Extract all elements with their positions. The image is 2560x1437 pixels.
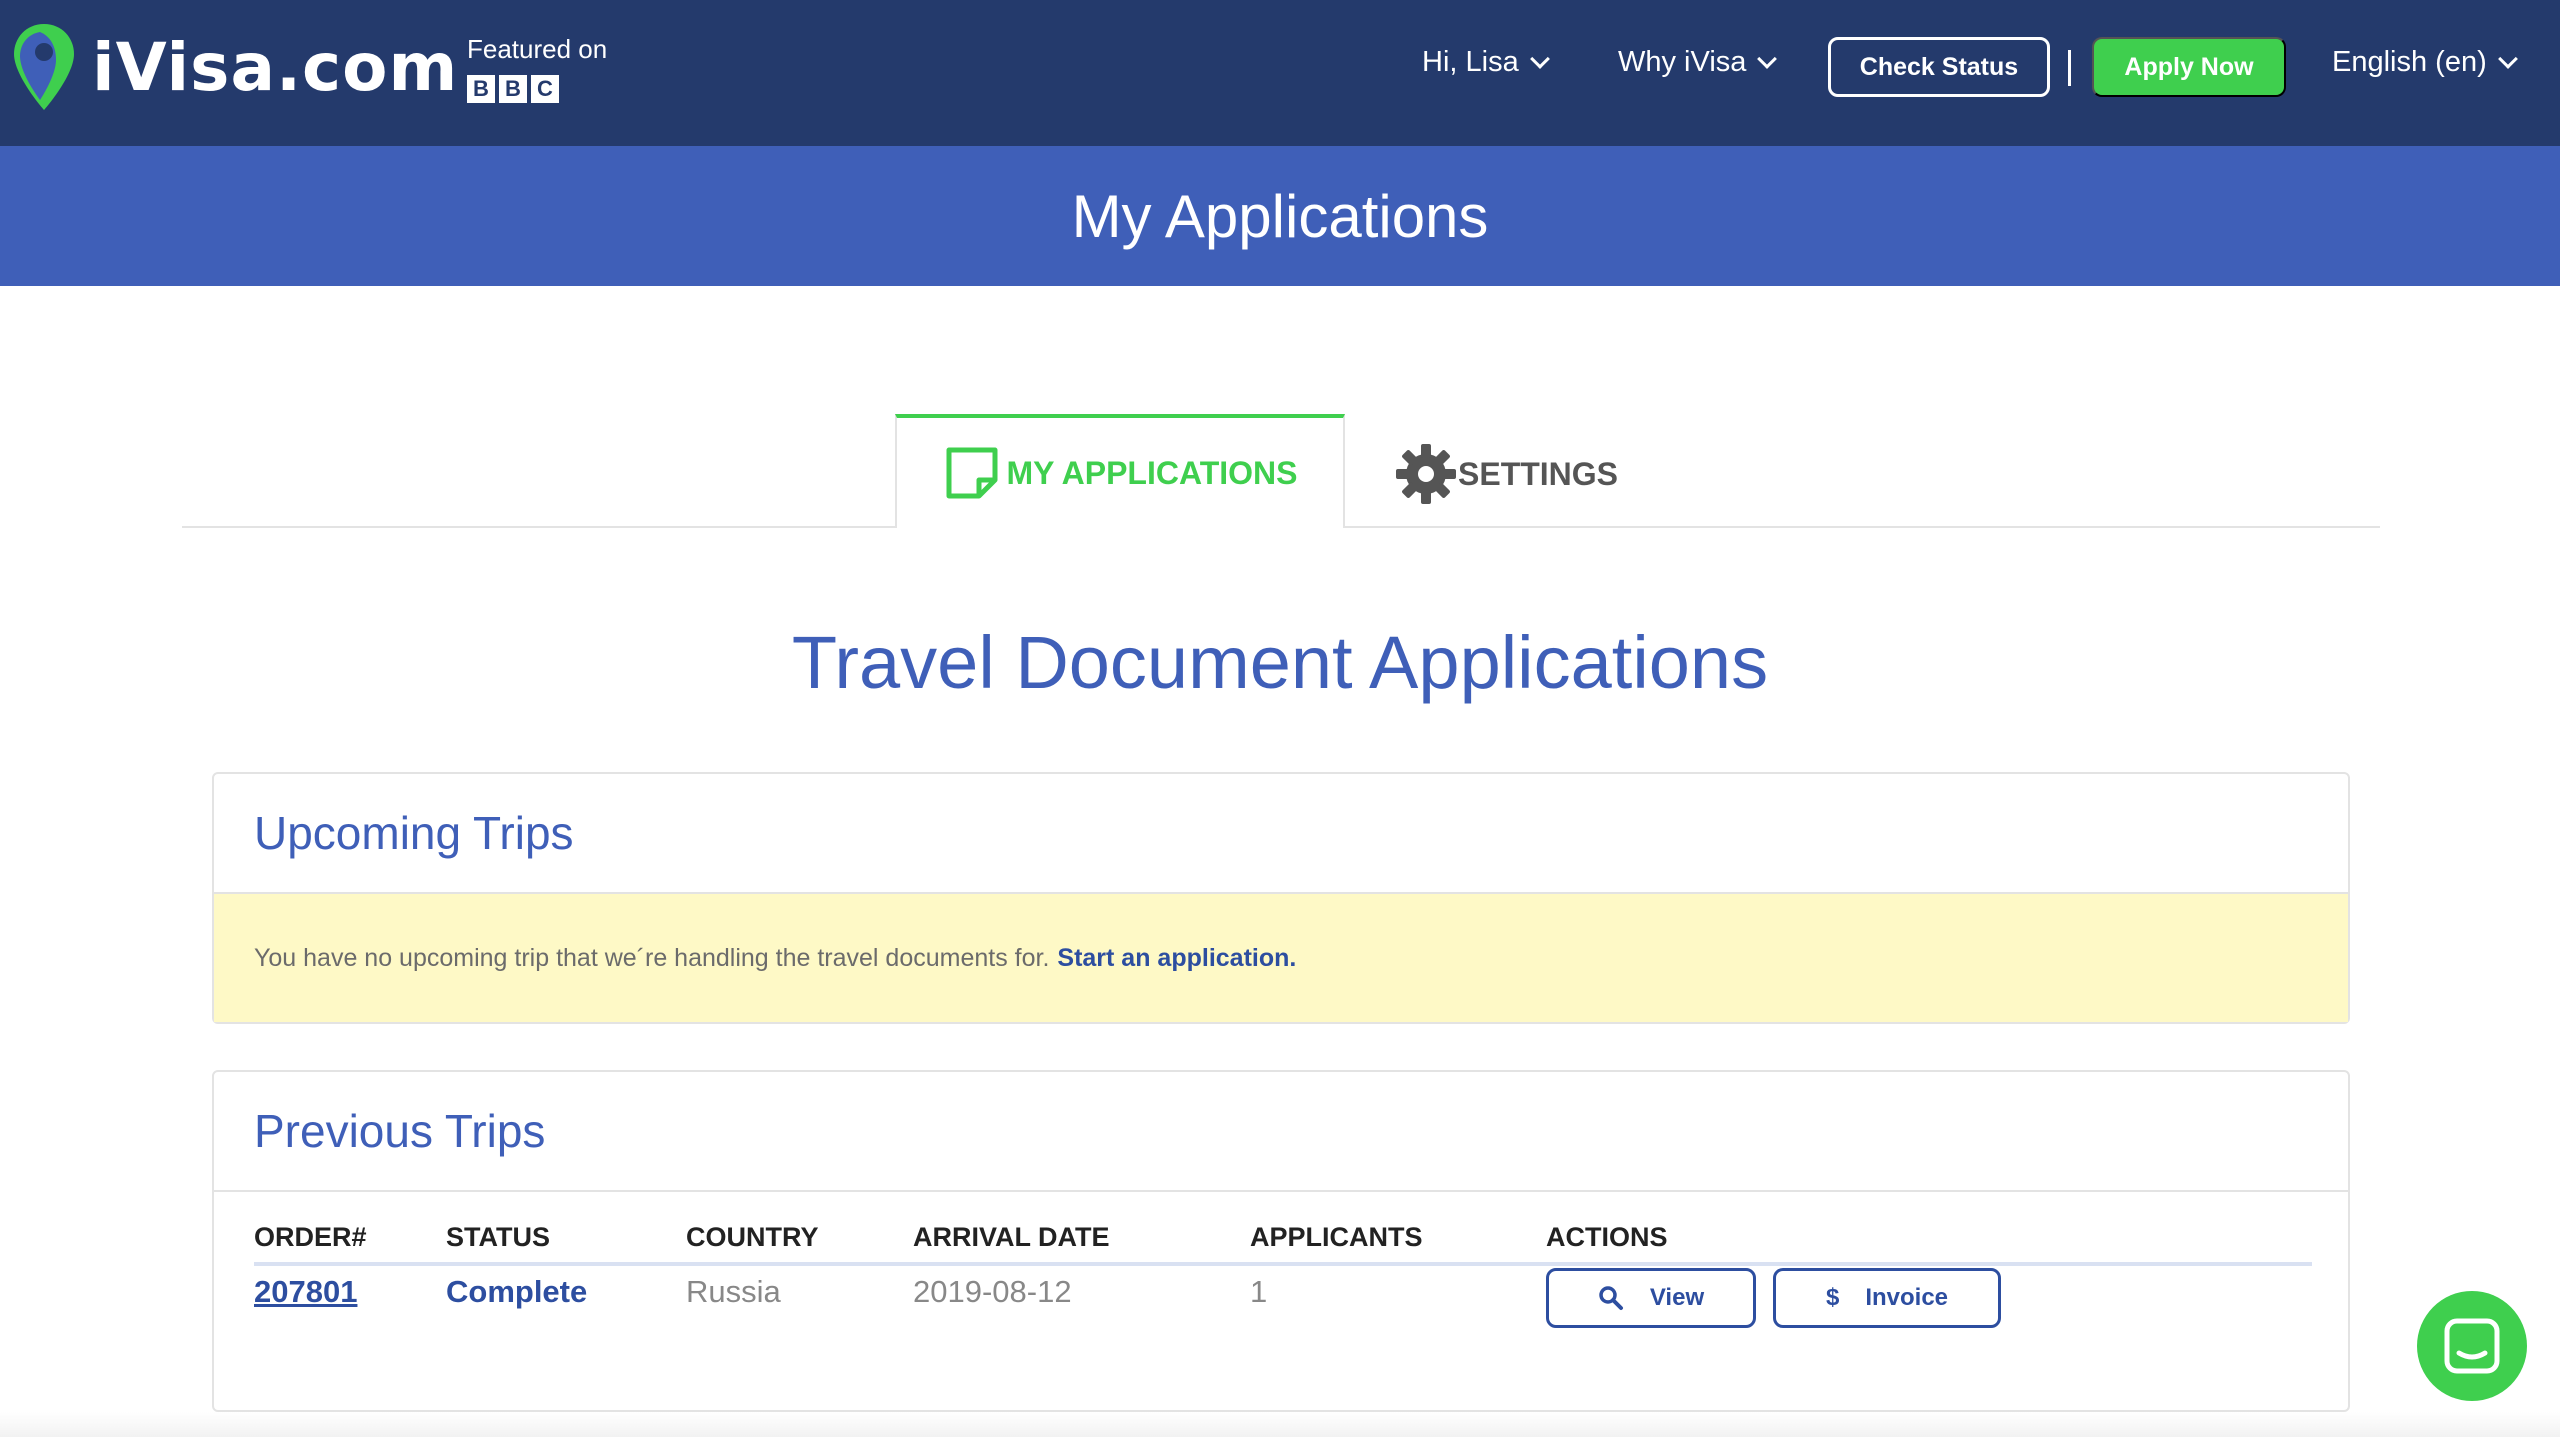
column-header-country: COUNTRY <box>686 1222 819 1252</box>
applicants-value: 1 <box>1250 1274 1268 1309</box>
start-application-link[interactable]: Start an application. <box>1057 944 1296 973</box>
tab-label: MY APPLICATIONS <box>1006 454 1298 491</box>
view-button-label: View <box>1649 1284 1705 1311</box>
column-header-actions: ACTIONS <box>1546 1222 1668 1252</box>
bbc-letter: B <box>467 75 495 103</box>
user-menu-label: Hi, Lisa <box>1422 46 1519 78</box>
check-status-button[interactable]: Check Status <box>1828 37 2050 97</box>
column-header-applicants: APPLICANTS <box>1250 1222 1423 1252</box>
top-navbar: iVisa.com Featured on B B C Hi, Lisa Why… <box>0 0 2560 146</box>
no-trips-notice: You have no upcoming trip that we´re han… <box>214 894 2348 1022</box>
page-bottom-edge <box>0 1412 2560 1437</box>
why-ivisa-label: Why iVisa <box>1618 46 1747 78</box>
notice-text: You have no upcoming trip that we´re han… <box>254 943 1050 972</box>
language-label: English (en) <box>2332 46 2487 78</box>
column-header-arrival-date: ARRIVAL DATE <box>913 1222 1110 1252</box>
bbc-letter: B <box>499 75 527 103</box>
page-title: My Applications <box>1071 182 1489 250</box>
dollar-icon: $ <box>1825 1284 1840 1311</box>
previous-trips-table: ORDER# STATUS COUNTRY ARRIVAL DATE APPLI… <box>254 1222 2312 1336</box>
tab-my-applications[interactable]: MY APPLICATIONS <box>895 414 1345 528</box>
bbc-letter: C <box>531 75 559 103</box>
featured-on: Featured on B B C <box>467 34 607 103</box>
search-icon <box>1599 1286 1623 1310</box>
column-header-order: ORDER# <box>254 1222 367 1252</box>
country-value: Russia <box>686 1274 781 1309</box>
chat-widget-button[interactable] <box>2417 1291 2527 1401</box>
upcoming-trips-title: Upcoming Trips <box>254 807 574 859</box>
gear-icon <box>1396 444 1456 504</box>
section-heading: Travel Document Applications <box>791 621 1769 704</box>
bbc-logo: B B C <box>467 75 607 103</box>
tab-label: SETTINGS <box>1458 455 1619 492</box>
view-button[interactable]: View <box>1546 1268 1756 1328</box>
apply-now-button[interactable]: Apply Now <box>2092 37 2286 97</box>
panel-header: Upcoming Trips <box>214 774 2348 894</box>
panel-header: Previous Trips <box>214 1072 2348 1192</box>
table-row: 207801 Complete Russia 2019-08-12 1 View… <box>254 1266 2312 1336</box>
previous-trips-title: Previous Trips <box>254 1105 546 1157</box>
column-header-status: STATUS <box>446 1222 550 1252</box>
language-selector[interactable]: English (en) <box>2332 46 2518 79</box>
order-number-link[interactable]: 207801 <box>254 1274 357 1310</box>
invoice-button-label: Invoice <box>1865 1284 1949 1311</box>
user-menu[interactable]: Hi, Lisa <box>1422 46 1550 79</box>
document-icon <box>946 447 997 499</box>
chevron-down-icon <box>2497 48 2518 69</box>
chevron-down-icon <box>1529 48 1550 69</box>
ivisa-logo[interactable]: iVisa.com <box>10 20 458 114</box>
location-pin-icon <box>14 24 74 110</box>
nav-divider <box>2068 50 2071 86</box>
invoice-button[interactable]: $ Invoice <box>1773 1268 2001 1328</box>
previous-trips-panel: Previous Trips ORDER# STATUS COUNTRY ARR… <box>212 1070 2350 1412</box>
chevron-down-icon <box>1757 48 1778 69</box>
featured-label: Featured on <box>467 34 608 64</box>
table-header-row: ORDER# STATUS COUNTRY ARRIVAL DATE APPLI… <box>254 1222 2312 1266</box>
arrival-date-value: 2019-08-12 <box>913 1274 1072 1309</box>
tab-settings[interactable]: SETTINGS <box>1394 442 1618 506</box>
page-banner: My Applications <box>0 146 2560 286</box>
why-ivisa-menu[interactable]: Why iVisa <box>1618 46 1778 79</box>
chat-icon <box>2444 1318 2500 1374</box>
status-value: Complete <box>446 1274 588 1309</box>
logo-text: iVisa.com <box>92 28 459 106</box>
upcoming-trips-panel: Upcoming Trips You have no upcoming trip… <box>212 772 2350 1024</box>
